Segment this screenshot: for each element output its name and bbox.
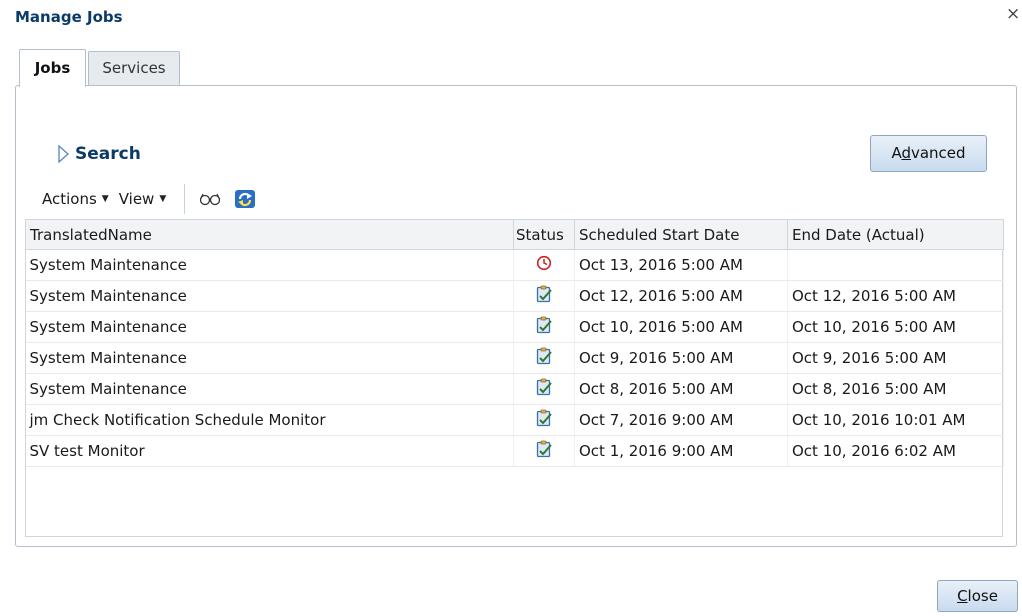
status-cell [513,311,575,343]
column-header-name[interactable]: TranslatedName [25,219,514,250]
clipboard-check-icon [535,316,553,338]
advanced-label-prefix: A [891,144,902,162]
search-disclosure[interactable]: Search [58,144,141,164]
status-cell [513,280,575,312]
scheduled-start-cell: Oct 10, 2016 5:00 AM [574,311,788,343]
close-button[interactable]: Close [937,580,1018,612]
table-row[interactable]: System Maintenance Oct 9, 2016 5:00 AM Oct… [25,342,1004,374]
disclosure-triangle-icon [58,145,69,163]
job-name-cell: System Maintenance [25,249,514,281]
clock-icon [536,255,552,275]
table-row[interactable]: System Maintenance Oct 8, 2016 5:00 AM Oct… [25,373,1004,405]
dialog-title: Manage Jobs [15,8,123,26]
close-label-suffix: lose [967,587,998,605]
job-name-cell: System Maintenance [25,311,514,343]
detach-glasses-icon[interactable] [199,192,221,206]
status-cell [513,404,575,436]
clipboard-check-icon [535,409,553,431]
scheduled-start-cell: Oct 9, 2016 5:00 AM [574,342,788,374]
clipboard-check-icon [535,347,553,369]
chevron-down-icon: ▼ [159,194,167,204]
status-cell [513,435,575,467]
advanced-label-mnemonic: d [901,144,911,162]
close-label-mnemonic: C [957,587,968,605]
clipboard-check-icon [535,285,553,307]
job-name-cell: System Maintenance [25,342,514,374]
refresh-icon[interactable] [233,187,257,211]
table-row[interactable]: System Maintenance Oct 10, 2016 5:00 AM Oc… [25,311,1004,343]
status-cell [513,373,575,405]
end-date-cell [787,249,1004,281]
column-header-start[interactable]: Scheduled Start Date [574,219,788,250]
scheduled-start-cell: Oct 8, 2016 5:00 AM [574,373,788,405]
actions-label: Actions [42,190,97,208]
end-date-cell: Oct 12, 2016 5:00 AM [787,280,1004,312]
scheduled-start-cell: Oct 1, 2016 9:00 AM [574,435,788,467]
job-name-cell: SV test Monitor [25,435,514,467]
tab-services[interactable]: Services [88,51,180,86]
end-date-cell: Oct 10, 2016 5:00 AM [787,311,1004,343]
clipboard-check-icon [535,378,553,400]
advanced-label-suffix: vanced [910,144,966,162]
view-label: View [118,190,155,208]
chevron-down-icon: ▼ [101,194,109,204]
scheduled-start-cell: Oct 13, 2016 5:00 AM [574,249,788,281]
close-icon[interactable]: × [1006,6,1020,23]
table-row[interactable]: System Maintenance Oct 13, 2016 5:00 AM [25,249,1004,281]
end-date-cell: Oct 8, 2016 5:00 AM [787,373,1004,405]
tab-jobs[interactable]: Jobs [19,49,86,87]
scheduled-start-cell: Oct 12, 2016 5:00 AM [574,280,788,312]
end-date-cell: Oct 10, 2016 6:02 AM [787,435,1004,467]
job-name-cell: jm Check Notification Schedule Monitor [25,404,514,436]
job-name-cell: System Maintenance [25,373,514,405]
search-label: Search [75,144,141,164]
status-cell [513,342,575,374]
end-date-cell: Oct 10, 2016 10:01 AM [787,404,1004,436]
clipboard-check-icon [535,440,553,462]
toolbar-divider [184,184,186,214]
column-header-status[interactable]: Status [513,219,575,250]
table-row[interactable]: System Maintenance Oct 12, 2016 5:00 AM Oc… [25,280,1004,312]
column-header-end[interactable]: End Date (Actual) [787,219,1004,250]
end-date-cell: Oct 9, 2016 5:00 AM [787,342,1004,374]
job-name-cell: System Maintenance [25,280,514,312]
table-row[interactable]: jm Check Notification Schedule Monitor Oc… [25,404,1004,436]
table-toolbar: Actions ▼ View ▼ [42,184,269,214]
actions-menu[interactable]: Actions ▼ [42,190,109,208]
scheduled-start-cell: Oct 7, 2016 9:00 AM [574,404,788,436]
table-header-row: TranslatedName Status Scheduled Start Da… [25,219,1004,250]
jobs-table: TranslatedName Status Scheduled Start Da… [25,219,1004,467]
table-row[interactable]: SV test Monitor Oct 1, 2016 9:00 AM Oct 10… [25,435,1004,467]
view-menu[interactable]: View ▼ [119,190,167,208]
status-cell [513,249,575,281]
advanced-button[interactable]: Advanced [870,135,987,172]
